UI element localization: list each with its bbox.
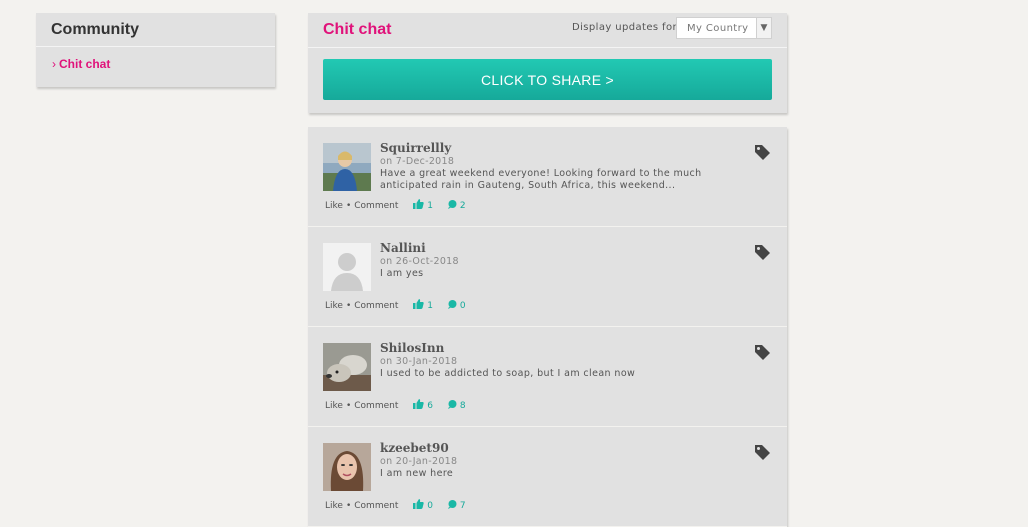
select-value: My Country [687,23,749,34]
thumbs-up-icon [413,499,424,509]
comment-count: 2 [447,200,466,211]
post-text: I am new here [380,468,454,479]
chit-chat-header-panel: Chit chat Display updates for: My Countr… [308,13,787,113]
post-actions: Like • Comment 1 2 [325,199,466,211]
display-updates-label: Display updates for: [572,22,681,33]
like-count: 0 [413,499,433,511]
post-text: I used to be addicted to soap, but I am … [380,368,636,379]
tag-icon[interactable] [754,344,771,361]
chevron-down-icon[interactable]: ▼ [756,18,771,38]
post-actions: Like • Comment 6 8 [325,399,466,411]
post-feed: Squirrellly on 7-Dec-2018 Have a great w… [308,127,787,527]
list-item: Squirrellly on 7-Dec-2018 Have a great w… [308,127,787,226]
avatar[interactable] [323,343,371,391]
post-actions: Like • Comment 0 7 [325,499,466,511]
comment-count: 7 [447,500,466,511]
list-item: ShilosInn on 30-Jan-2018 I used to be ad… [308,327,787,426]
like-link[interactable]: Like [325,301,343,311]
sidebar-item-chit-chat[interactable]: › Chit chat [36,47,275,71]
list-item: Nallini on 26-Oct-2018 I am yes Like • Com… [308,227,787,326]
thumbs-up-icon [413,399,424,409]
avatar[interactable] [323,143,371,191]
like-link[interactable]: Like [325,401,343,411]
separator: • [345,501,352,511]
community-sidebar: Community › Chit chat [36,13,275,87]
tag-icon[interactable] [754,444,771,461]
default-user-icon [323,243,371,291]
separator: • [345,301,352,311]
post-author[interactable]: Nallini [380,241,426,255]
post-text: I am yes [380,268,424,279]
post-actions: Like • Comment 1 0 [325,299,466,311]
chevron-right-icon: › [52,57,56,71]
comment-count: 0 [447,300,466,311]
thumbs-up-icon [413,299,424,309]
sidebar-title: Community [36,13,275,47]
list-item: kzeebet90 on 20-Jan-2018 I am new here L… [308,427,787,526]
thumbs-up-icon [413,199,424,209]
post-date: on 7-Dec-2018 [380,156,455,167]
comment-bubble-icon [447,500,457,509]
comment-link[interactable]: Comment [354,401,398,411]
tag-icon[interactable] [754,244,771,261]
display-updates-select[interactable]: My Country ▼ [676,17,772,39]
avatar[interactable] [323,443,371,491]
like-link[interactable]: Like [325,501,343,511]
post-author[interactable]: kzeebet90 [380,441,449,455]
avatar[interactable] [323,243,371,291]
comment-count: 8 [447,400,466,411]
comment-bubble-icon [447,300,457,309]
like-count: 6 [413,399,433,411]
separator: • [345,201,352,211]
separator: • [345,401,352,411]
divider [308,47,787,48]
comment-bubble-icon [447,200,457,209]
like-link[interactable]: Like [325,201,343,211]
like-count: 1 [413,199,433,211]
sidebar-item-label: Chit chat [59,57,111,71]
post-date: on 30-Jan-2018 [380,356,458,367]
page-title: Chit chat [323,21,392,38]
post-text: Have a great weekend everyone! Looking f… [380,168,702,191]
click-to-share-button[interactable]: CLICK TO SHARE > [323,59,772,100]
post-date: on 20-Jan-2018 [380,456,458,467]
tag-icon[interactable] [754,144,771,161]
comment-link[interactable]: Comment [354,201,398,211]
post-date: on 26-Oct-2018 [380,256,459,267]
comment-bubble-icon [447,400,457,409]
post-author[interactable]: Squirrellly [380,141,451,155]
like-count: 1 [413,299,433,311]
comment-link[interactable]: Comment [354,501,398,511]
post-author[interactable]: ShilosInn [380,341,444,355]
comment-link[interactable]: Comment [354,301,398,311]
